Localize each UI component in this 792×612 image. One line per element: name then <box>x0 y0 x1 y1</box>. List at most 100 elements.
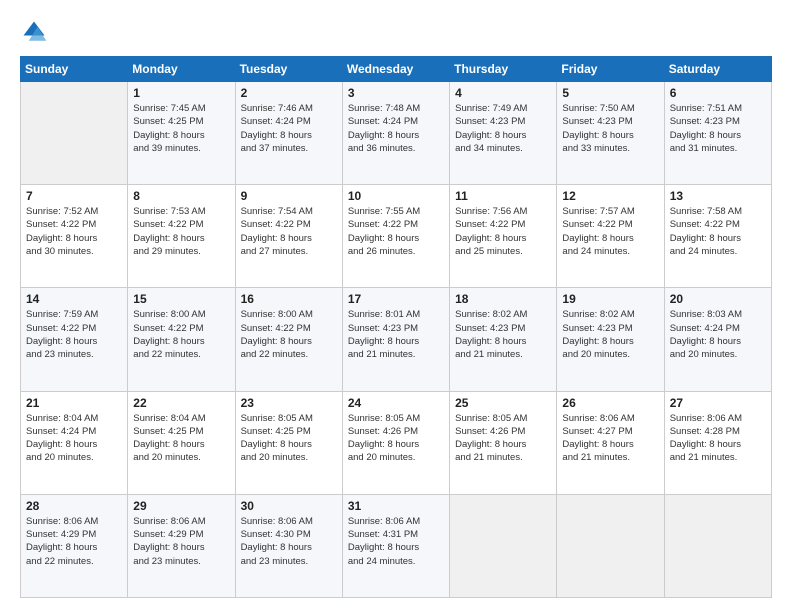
calendar-cell: 27 Sunrise: 8:06 AM Sunset: 4:28 PM Dayli… <box>664 391 771 494</box>
calendar-week-row: 28 Sunrise: 8:06 AM Sunset: 4:29 PM Dayli… <box>21 494 772 597</box>
day-number: 21 <box>26 396 122 410</box>
calendar-week-row: 21 Sunrise: 8:04 AM Sunset: 4:24 PM Dayli… <box>21 391 772 494</box>
cell-info: Sunrise: 7:49 AM Sunset: 4:23 PM Dayligh… <box>455 102 551 155</box>
day-number: 7 <box>26 189 122 203</box>
calendar-cell <box>557 494 664 597</box>
logo-icon <box>20 18 48 46</box>
calendar-cell: 26 Sunrise: 8:06 AM Sunset: 4:27 PM Dayli… <box>557 391 664 494</box>
day-number: 30 <box>241 499 337 513</box>
day-number: 17 <box>348 292 444 306</box>
calendar-week-row: 14 Sunrise: 7:59 AM Sunset: 4:22 PM Dayli… <box>21 288 772 391</box>
calendar-cell: 11 Sunrise: 7:56 AM Sunset: 4:22 PM Dayli… <box>450 185 557 288</box>
day-number: 23 <box>241 396 337 410</box>
calendar-cell: 29 Sunrise: 8:06 AM Sunset: 4:29 PM Dayli… <box>128 494 235 597</box>
cell-info: Sunrise: 7:59 AM Sunset: 4:22 PM Dayligh… <box>26 308 122 361</box>
calendar-cell: 2 Sunrise: 7:46 AM Sunset: 4:24 PM Daylig… <box>235 82 342 185</box>
day-number: 29 <box>133 499 229 513</box>
calendar-body: 1Sunrise: 7:45 AM Sunset: 4:25 PM Daylig… <box>21 82 772 598</box>
calendar-cell: 18Sunrise: 8:02 AM Sunset: 4:23 PM Dayli… <box>450 288 557 391</box>
day-number: 11 <box>455 189 551 203</box>
day-number: 26 <box>562 396 658 410</box>
calendar-cell: 30 Sunrise: 8:06 AM Sunset: 4:30 PM Dayli… <box>235 494 342 597</box>
cell-info: Sunrise: 8:02 AM Sunset: 4:23 PM Dayligh… <box>455 308 551 361</box>
day-number: 15 <box>133 292 229 306</box>
calendar-cell: 10 Sunrise: 7:55 AM Sunset: 4:22 PM Dayli… <box>342 185 449 288</box>
calendar-cell <box>664 494 771 597</box>
calendar-cell <box>21 82 128 185</box>
day-number: 6 <box>670 86 766 100</box>
cell-info: Sunrise: 8:06 AM Sunset: 4:29 PM Dayligh… <box>133 515 229 568</box>
weekday-header: Thursday <box>450 57 557 82</box>
weekday-header: Monday <box>128 57 235 82</box>
calendar-cell: 20Sunrise: 8:03 AM Sunset: 4:24 PM Dayli… <box>664 288 771 391</box>
cell-info: Sunrise: 8:06 AM Sunset: 4:27 PM Dayligh… <box>562 412 658 465</box>
calendar-cell: 23 Sunrise: 8:05 AM Sunset: 4:25 PM Dayli… <box>235 391 342 494</box>
cell-info: Sunrise: 7:55 AM Sunset: 4:22 PM Dayligh… <box>348 205 444 258</box>
day-number: 3 <box>348 86 444 100</box>
cell-info: Sunrise: 8:05 AM Sunset: 4:26 PM Dayligh… <box>348 412 444 465</box>
calendar-cell <box>450 494 557 597</box>
day-number: 31 <box>348 499 444 513</box>
weekday-header: Tuesday <box>235 57 342 82</box>
weekday-header: Sunday <box>21 57 128 82</box>
cell-info: Sunrise: 7:52 AM Sunset: 4:22 PM Dayligh… <box>26 205 122 258</box>
calendar-cell: 13Sunrise: 7:58 AM Sunset: 4:22 PM Dayli… <box>664 185 771 288</box>
cell-info: Sunrise: 7:48 AM Sunset: 4:24 PM Dayligh… <box>348 102 444 155</box>
cell-info: Sunrise: 8:06 AM Sunset: 4:29 PM Dayligh… <box>26 515 122 568</box>
calendar-cell: 24 Sunrise: 8:05 AM Sunset: 4:26 PM Dayli… <box>342 391 449 494</box>
cell-info: Sunrise: 7:58 AM Sunset: 4:22 PM Dayligh… <box>670 205 766 258</box>
calendar-cell: 6Sunrise: 7:51 AM Sunset: 4:23 PM Daylig… <box>664 82 771 185</box>
cell-info: Sunrise: 8:04 AM Sunset: 4:24 PM Dayligh… <box>26 412 122 465</box>
calendar-cell: 31Sunrise: 8:06 AM Sunset: 4:31 PM Dayli… <box>342 494 449 597</box>
calendar-cell: 14 Sunrise: 7:59 AM Sunset: 4:22 PM Dayli… <box>21 288 128 391</box>
cell-info: Sunrise: 7:56 AM Sunset: 4:22 PM Dayligh… <box>455 205 551 258</box>
day-number: 9 <box>241 189 337 203</box>
cell-info: Sunrise: 8:00 AM Sunset: 4:22 PM Dayligh… <box>241 308 337 361</box>
calendar-cell: 1Sunrise: 7:45 AM Sunset: 4:25 PM Daylig… <box>128 82 235 185</box>
calendar-cell: 12 Sunrise: 7:57 AM Sunset: 4:22 PM Dayli… <box>557 185 664 288</box>
cell-info: Sunrise: 8:06 AM Sunset: 4:30 PM Dayligh… <box>241 515 337 568</box>
calendar-cell: 5Sunrise: 7:50 AM Sunset: 4:23 PM Daylig… <box>557 82 664 185</box>
calendar-cell: 28 Sunrise: 8:06 AM Sunset: 4:29 PM Dayli… <box>21 494 128 597</box>
calendar-week-row: 7 Sunrise: 7:52 AM Sunset: 4:22 PM Daylig… <box>21 185 772 288</box>
calendar-cell: 19Sunrise: 8:02 AM Sunset: 4:23 PM Dayli… <box>557 288 664 391</box>
cell-info: Sunrise: 7:53 AM Sunset: 4:22 PM Dayligh… <box>133 205 229 258</box>
day-number: 4 <box>455 86 551 100</box>
day-number: 28 <box>26 499 122 513</box>
cell-info: Sunrise: 8:00 AM Sunset: 4:22 PM Dayligh… <box>133 308 229 361</box>
day-number: 10 <box>348 189 444 203</box>
cell-info: Sunrise: 8:05 AM Sunset: 4:25 PM Dayligh… <box>241 412 337 465</box>
calendar-cell: 9 Sunrise: 7:54 AM Sunset: 4:22 PM Daylig… <box>235 185 342 288</box>
calendar-week-row: 1Sunrise: 7:45 AM Sunset: 4:25 PM Daylig… <box>21 82 772 185</box>
day-number: 27 <box>670 396 766 410</box>
day-number: 12 <box>562 189 658 203</box>
day-number: 19 <box>562 292 658 306</box>
day-number: 24 <box>348 396 444 410</box>
cell-info: Sunrise: 8:04 AM Sunset: 4:25 PM Dayligh… <box>133 412 229 465</box>
cell-info: Sunrise: 7:50 AM Sunset: 4:23 PM Dayligh… <box>562 102 658 155</box>
calendar-cell: 25Sunrise: 8:05 AM Sunset: 4:26 PM Dayli… <box>450 391 557 494</box>
day-number: 14 <box>26 292 122 306</box>
calendar-cell: 22 Sunrise: 8:04 AM Sunset: 4:25 PM Dayli… <box>128 391 235 494</box>
day-number: 2 <box>241 86 337 100</box>
header <box>20 18 772 46</box>
calendar-cell: 17 Sunrise: 8:01 AM Sunset: 4:23 PM Dayli… <box>342 288 449 391</box>
calendar-cell: 8Sunrise: 7:53 AM Sunset: 4:22 PM Daylig… <box>128 185 235 288</box>
cell-info: Sunrise: 7:57 AM Sunset: 4:22 PM Dayligh… <box>562 205 658 258</box>
calendar-cell: 4 Sunrise: 7:49 AM Sunset: 4:23 PM Daylig… <box>450 82 557 185</box>
day-number: 22 <box>133 396 229 410</box>
calendar-cell: 21 Sunrise: 8:04 AM Sunset: 4:24 PM Dayli… <box>21 391 128 494</box>
cell-info: Sunrise: 7:46 AM Sunset: 4:24 PM Dayligh… <box>241 102 337 155</box>
calendar-table: SundayMondayTuesdayWednesdayThursdayFrid… <box>20 56 772 598</box>
calendar-header-row: SundayMondayTuesdayWednesdayThursdayFrid… <box>21 57 772 82</box>
calendar-cell: 7 Sunrise: 7:52 AM Sunset: 4:22 PM Daylig… <box>21 185 128 288</box>
cell-info: Sunrise: 8:06 AM Sunset: 4:28 PM Dayligh… <box>670 412 766 465</box>
calendar-cell: 16Sunrise: 8:00 AM Sunset: 4:22 PM Dayli… <box>235 288 342 391</box>
cell-info: Sunrise: 8:01 AM Sunset: 4:23 PM Dayligh… <box>348 308 444 361</box>
day-number: 1 <box>133 86 229 100</box>
calendar-cell: 3 Sunrise: 7:48 AM Sunset: 4:24 PM Daylig… <box>342 82 449 185</box>
calendar-cell: 15 Sunrise: 8:00 AM Sunset: 4:22 PM Dayli… <box>128 288 235 391</box>
page: SundayMondayTuesdayWednesdayThursdayFrid… <box>0 0 792 612</box>
cell-info: Sunrise: 8:05 AM Sunset: 4:26 PM Dayligh… <box>455 412 551 465</box>
cell-info: Sunrise: 7:54 AM Sunset: 4:22 PM Dayligh… <box>241 205 337 258</box>
